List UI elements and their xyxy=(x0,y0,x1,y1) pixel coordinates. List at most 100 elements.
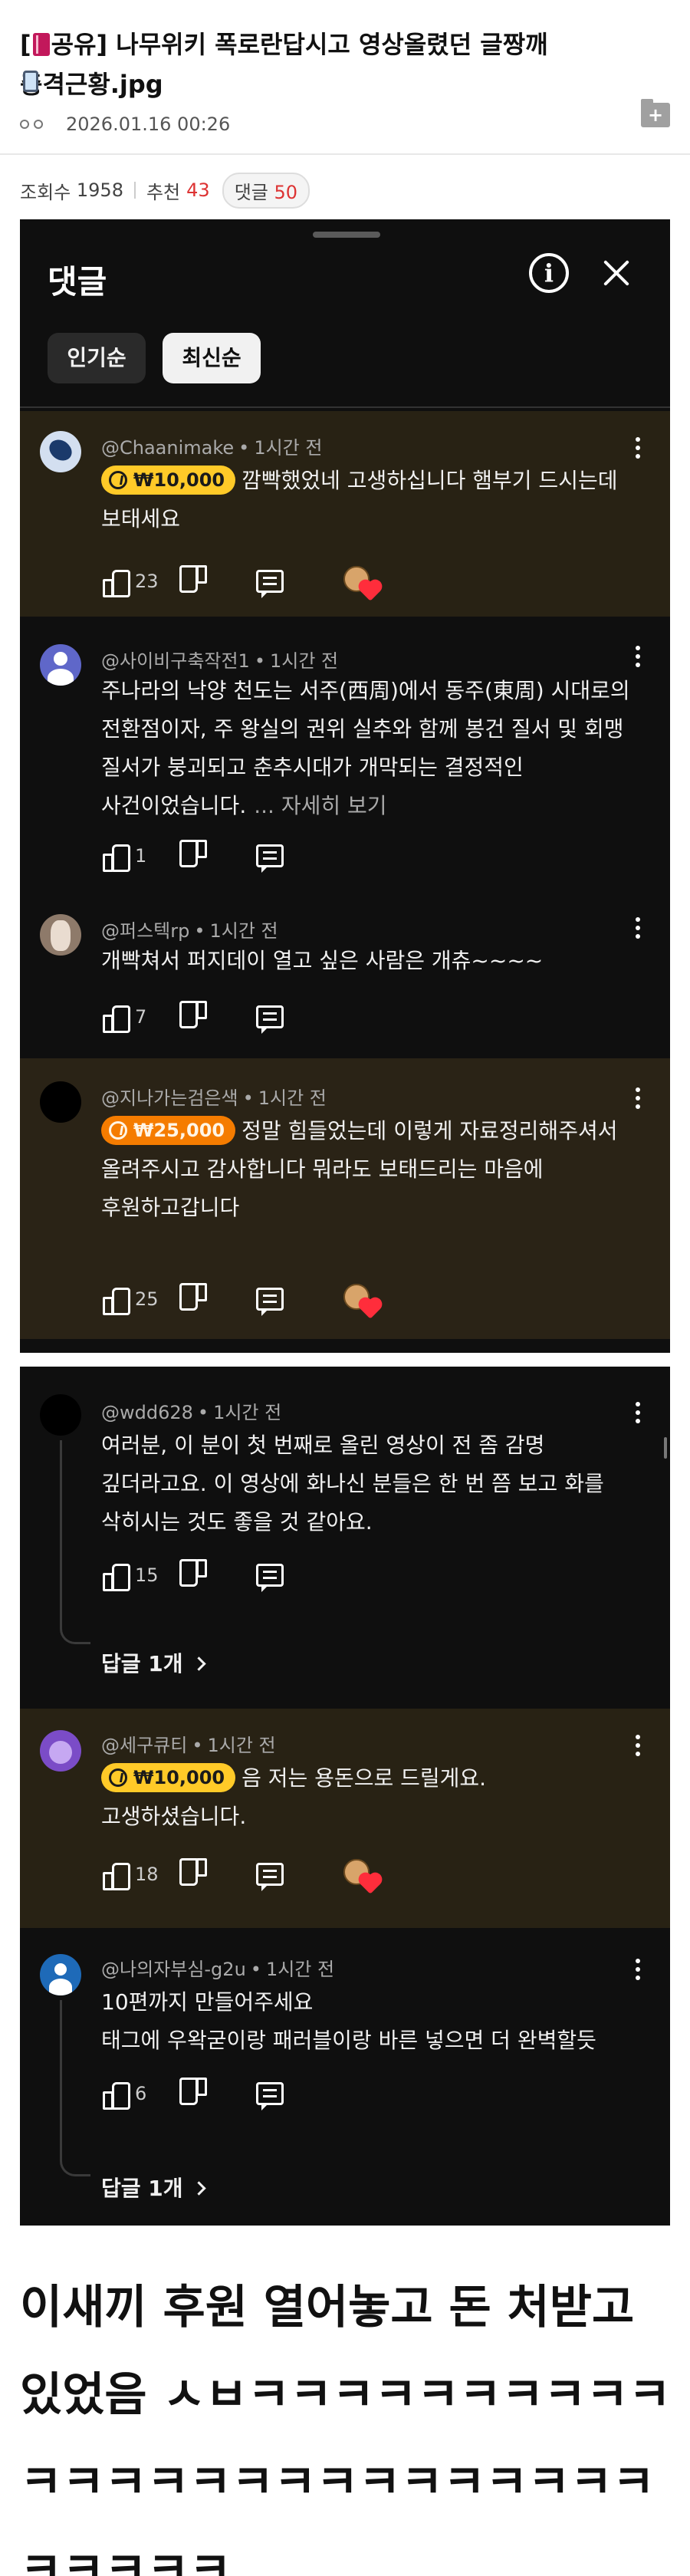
more-options-icon[interactable] xyxy=(630,434,646,462)
comment-item: @사이비구축작전1 • 1시간 전 주나라의 낙양 천도는 서주(西周)에서 동주(… xyxy=(20,617,670,891)
tab-latest[interactable]: 최신순 xyxy=(163,333,261,383)
avatar[interactable] xyxy=(40,914,81,956)
comment-text: 개빡쳐서 퍼지데이 열고 싶은 사람은 개츄~~~~ xyxy=(101,948,544,973)
like-count: 6 xyxy=(135,2083,147,2104)
post-stats: 조회수 1958 추천 43 댓글 50 xyxy=(20,172,310,209)
comment-time: 1시간 전 xyxy=(213,1402,282,1423)
thumbs-down-icon[interactable] xyxy=(182,1861,209,1887)
panel-divider xyxy=(20,406,670,408)
comment-meta: @Chaanimake • 1시간 전 xyxy=(101,437,323,459)
thumbs-up-icon[interactable] xyxy=(101,1562,130,1591)
avatar[interactable] xyxy=(40,644,81,686)
like-count: 18 xyxy=(135,1864,159,1885)
reply-icon[interactable] xyxy=(256,1288,284,1316)
reply-icon[interactable] xyxy=(256,844,284,873)
add-folder-icon[interactable] xyxy=(641,99,670,127)
creator-heart-icon xyxy=(343,1284,380,1319)
thumbs-up-icon[interactable] xyxy=(101,1286,130,1315)
comment-text: ₩10,000 깜빡했었네 고생하십니다 햄부기 드시는데 보태세요 xyxy=(101,462,630,538)
comment-item: @퍼스텍rp • 1시간 전 개빡쳐서 퍼지데이 열고 싶은 사람은 개츄~~~~ … xyxy=(20,891,670,1058)
comment-time: 1시간 전 xyxy=(258,1087,327,1109)
close-icon[interactable] xyxy=(600,256,633,290)
comment-actions: 23 xyxy=(101,564,380,601)
comment-meta: @나의자부심-g2u • 1시간 전 xyxy=(101,1959,335,1980)
comment-text: ₩10,000 음 저는 용돈으로 드릴게요. 고생하셨습니다. xyxy=(101,1759,500,1836)
thumbs-up-icon[interactable] xyxy=(101,1004,130,1033)
tab-popular[interactable]: 인기순 xyxy=(48,333,146,383)
comment-author[interactable]: @퍼스텍rp xyxy=(101,920,189,942)
comment-author[interactable]: @Chaanimake xyxy=(101,437,234,459)
thumbs-down-icon[interactable] xyxy=(182,568,209,594)
comments-label: 댓글 xyxy=(234,181,268,203)
like-count: 23 xyxy=(135,571,159,592)
title-category: 공유] xyxy=(51,30,108,59)
coin-icon xyxy=(109,1768,127,1787)
thread-connector xyxy=(60,1621,90,1644)
avatar[interactable] xyxy=(40,1730,81,1772)
comment-author[interactable]: @지나가는검은색 xyxy=(101,1087,238,1109)
comment-meta: @세구큐티 • 1시간 전 xyxy=(101,1735,276,1756)
thumbs-down-icon[interactable] xyxy=(182,843,209,869)
comment-actions: 18 xyxy=(101,1857,380,1894)
thread-line xyxy=(60,1440,62,1621)
comment-meta: @퍼스텍rp • 1시간 전 xyxy=(101,920,278,942)
thumbs-down-icon[interactable] xyxy=(182,1286,209,1312)
thumbs-down-icon[interactable] xyxy=(182,2081,209,2107)
post-date: 2026.01.16 00:26 xyxy=(66,114,231,135)
author-level-icon xyxy=(20,120,54,129)
creator-heart-icon xyxy=(343,566,380,601)
comment-time: 1시간 전 xyxy=(254,437,323,459)
recommend-label: 추천 xyxy=(146,181,181,203)
info-icon[interactable]: i xyxy=(529,253,569,293)
drag-handle[interactable] xyxy=(313,232,380,238)
avatar[interactable] xyxy=(40,1081,81,1123)
more-options-icon[interactable] xyxy=(630,1956,646,1983)
reply-icon[interactable] xyxy=(256,2082,284,2110)
avatar[interactable] xyxy=(40,431,81,472)
comment-author[interactable]: @나의자부심-g2u xyxy=(101,1959,246,1980)
superchat-amount: ₩10,000 xyxy=(133,1767,225,1788)
thumbs-up-icon[interactable] xyxy=(101,843,130,872)
thumbs-up-icon[interactable] xyxy=(101,1861,130,1890)
more-options-icon[interactable] xyxy=(630,1399,646,1426)
avatar[interactable] xyxy=(40,1394,81,1436)
comment-time: 1시간 전 xyxy=(207,1735,276,1756)
comment-item: @wdd628 • 1시간 전 여러분, 이 분이 첫 번째로 올린 영상이 전 좀… xyxy=(20,1367,670,1709)
like-count: 15 xyxy=(135,1564,159,1586)
superchat-badge: ₩10,000 xyxy=(101,466,236,495)
thumbs-up-icon[interactable] xyxy=(101,2081,130,2110)
reply-icon[interactable] xyxy=(256,570,284,598)
read-more-link[interactable]: ... 자세히 보기 xyxy=(254,793,386,818)
comments-pill[interactable]: 댓글 50 xyxy=(222,172,310,209)
like-count: 1 xyxy=(135,845,147,867)
reply-icon[interactable] xyxy=(256,1863,284,1891)
view-replies-button[interactable]: 답글 1개 xyxy=(101,1647,204,1678)
view-replies-button[interactable]: 답글 1개 xyxy=(101,2172,204,2203)
comment-author[interactable]: @사이비구축작전1 xyxy=(101,650,250,672)
like-count: 25 xyxy=(135,1288,159,1310)
header-divider xyxy=(0,153,690,155)
avatar[interactable] xyxy=(40,1954,81,1995)
comment-item: @나의자부심-g2u • 1시간 전 10편까지 만들어주세요 태그에 우왁굳이랑 패… xyxy=(20,1928,670,2226)
more-options-icon[interactable] xyxy=(630,1084,646,1112)
comment-author[interactable]: @wdd628 xyxy=(101,1402,193,1423)
comment-body-line-2: 태그에 우왁굳이랑 패러블이랑 바른 넣으면 더 완벽할듯 xyxy=(101,2028,596,2053)
more-options-icon[interactable] xyxy=(630,914,646,942)
superchat-badge: ₩10,000 xyxy=(101,1763,236,1792)
mobile-phone-icon xyxy=(23,71,38,92)
thumbs-down-icon[interactable] xyxy=(182,1562,209,1588)
comment-author[interactable]: @세구큐티 xyxy=(101,1735,187,1756)
comment-text: ₩25,000 정말 힘들었는데 이렇게 자료정리해주셔서 올려주시고 감사합니다… xyxy=(101,1112,630,1227)
thumbs-down-icon[interactable] xyxy=(182,1004,209,1030)
superchat-amount: ₩25,000 xyxy=(133,1120,225,1141)
comments-screenshot-2: @wdd628 • 1시간 전 여러분, 이 분이 첫 번째로 올린 영상이 전 좀… xyxy=(20,1367,670,2226)
more-options-icon[interactable] xyxy=(630,1732,646,1759)
superchat-amount: ₩10,000 xyxy=(133,469,225,491)
reply-icon[interactable] xyxy=(256,1005,284,1034)
comment-time: 1시간 전 xyxy=(265,1959,335,1980)
thumbs-up-icon[interactable] xyxy=(101,568,130,597)
reply-icon[interactable] xyxy=(256,1564,284,1592)
comment-meta: @지나가는검은색 • 1시간 전 xyxy=(101,1087,327,1109)
more-options-icon[interactable] xyxy=(630,643,646,670)
post-caption: 이새끼 후원 열어놓고 돈 처받고 있었음 ㅅㅂㅋㅋㅋㅋㅋㅋㅋㅋㅋㅋㅋㅋㅋㅋㅋㅋ… xyxy=(20,2281,671,2576)
